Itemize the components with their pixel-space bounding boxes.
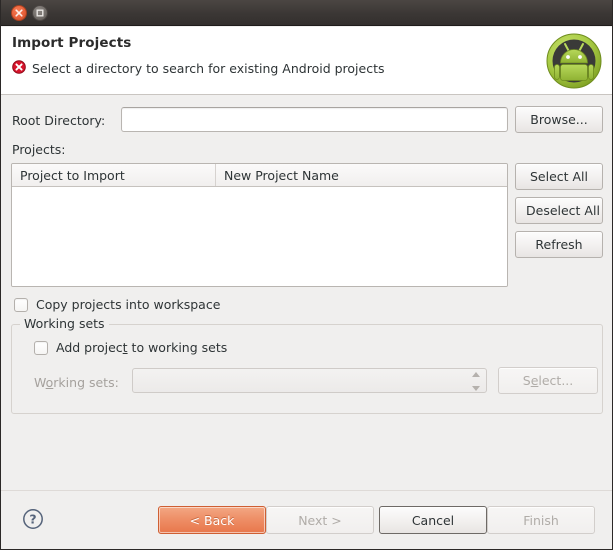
table-header-row: Project to Import New Project Name <box>12 164 507 187</box>
add-project-to-working-sets-checkbox[interactable] <box>34 340 48 355</box>
working-sets-label: Working sets: <box>34 375 119 390</box>
working-sets-group-label: Working sets <box>20 316 109 331</box>
back-button[interactable]: < Back <box>158 506 266 534</box>
copy-projects-checkbox[interactable] <box>14 297 28 312</box>
working-sets-group: Working sets Add project to working sets… <box>11 316 603 414</box>
projects-label: Projects: <box>12 142 66 157</box>
chevron-up-icon[interactable] <box>472 372 480 377</box>
page-title: Import Projects <box>12 35 132 51</box>
maximize-icon[interactable] <box>32 5 48 21</box>
refresh-button[interactable]: Refresh <box>515 231 603 258</box>
root-directory-label: Root Directory: <box>12 113 106 128</box>
root-directory-input[interactable] <box>121 107 508 132</box>
working-sets-select-button[interactable]: Select... <box>498 367 598 394</box>
spinner-arrows-icon[interactable] <box>470 372 482 391</box>
android-robot-icon <box>544 31 604 91</box>
deselect-all-button[interactable]: Deselect All <box>515 197 603 224</box>
table-body[interactable] <box>12 187 507 286</box>
error-icon <box>12 60 26 77</box>
close-icon[interactable] <box>11 5 27 21</box>
help-icon[interactable]: ? <box>22 508 44 533</box>
next-button[interactable]: Next > <box>266 506 374 534</box>
add-project-to-working-sets-row[interactable]: Add project to working sets <box>34 340 227 355</box>
add-project-to-working-sets-label: Add project to working sets <box>56 340 228 355</box>
column-header-project-to-import[interactable]: Project to Import <box>12 164 216 186</box>
dialog-footer: ? < Back Next > Cancel Finish <box>1 490 612 548</box>
import-projects-dialog: Import Projects Select a directory to se… <box>0 0 613 550</box>
finish-button[interactable]: Finish <box>487 506 595 534</box>
copy-projects-checkbox-row[interactable]: Copy projects into workspace <box>14 297 220 312</box>
svg-text:?: ? <box>29 511 36 526</box>
status-message-row: Select a directory to search for existin… <box>12 60 385 77</box>
dialog-header: Import Projects Select a directory to se… <box>1 27 612 95</box>
projects-table[interactable]: Project to Import New Project Name <box>11 163 508 287</box>
chevron-down-icon[interactable] <box>472 386 480 391</box>
column-header-new-project-name[interactable]: New Project Name <box>216 164 507 186</box>
browse-button[interactable]: Browse... <box>515 106 603 133</box>
dialog-body: Root Directory: Browse... Projects: Proj… <box>1 96 612 490</box>
window-titlebar <box>1 0 612 26</box>
copy-projects-label: Copy projects into workspace <box>36 297 221 312</box>
cancel-button[interactable]: Cancel <box>379 506 487 534</box>
select-all-button[interactable]: Select All <box>515 163 603 190</box>
status-message-text: Select a directory to search for existin… <box>32 61 385 76</box>
working-sets-combo[interactable] <box>132 368 487 393</box>
